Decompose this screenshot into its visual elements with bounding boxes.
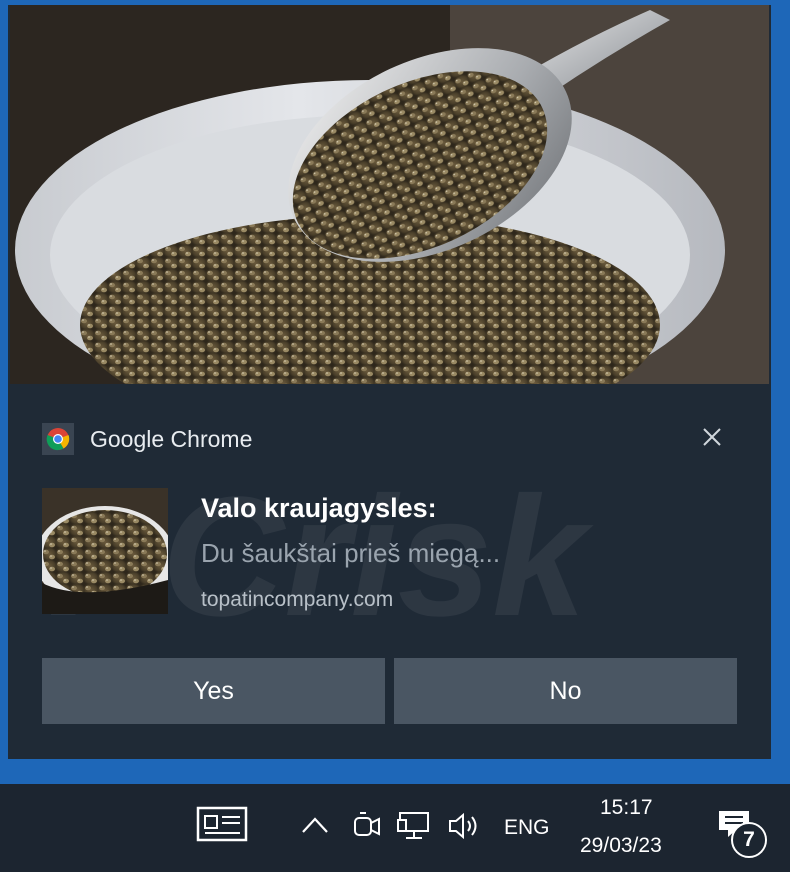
notification-toast[interactable]: PCrisk Google Chrome Valo kraujagysles: … bbox=[8, 5, 771, 759]
clock-date[interactable]: 29/03/23 bbox=[580, 834, 662, 858]
network-icon[interactable] bbox=[396, 810, 432, 842]
language-indicator[interactable]: ENG bbox=[504, 816, 550, 840]
no-button[interactable]: No bbox=[394, 658, 737, 724]
notification-thumbnail bbox=[42, 488, 168, 614]
notification-source: topatincompany.com bbox=[201, 588, 394, 611]
app-name: Google Chrome bbox=[90, 425, 253, 452]
close-icon[interactable] bbox=[698, 423, 726, 451]
notification-body: Du šaukštai prieš miegą... bbox=[201, 538, 501, 568]
notification-count-badge: 7 bbox=[731, 822, 767, 858]
toast-header: Google Chrome bbox=[42, 423, 252, 455]
meet-now-icon[interactable] bbox=[352, 810, 382, 842]
chevron-up-icon[interactable] bbox=[300, 814, 330, 836]
volume-icon[interactable] bbox=[446, 810, 482, 842]
taskbar: ENG 15:17 29/03/23 7 bbox=[0, 784, 790, 872]
chrome-icon bbox=[42, 423, 74, 455]
notification-title: Valo kraujagysles: bbox=[201, 493, 437, 523]
clock-time[interactable]: 15:17 bbox=[600, 796, 653, 820]
yes-button[interactable]: Yes bbox=[42, 658, 385, 724]
hero-image bbox=[10, 5, 769, 384]
news-widget-icon[interactable] bbox=[196, 806, 248, 842]
